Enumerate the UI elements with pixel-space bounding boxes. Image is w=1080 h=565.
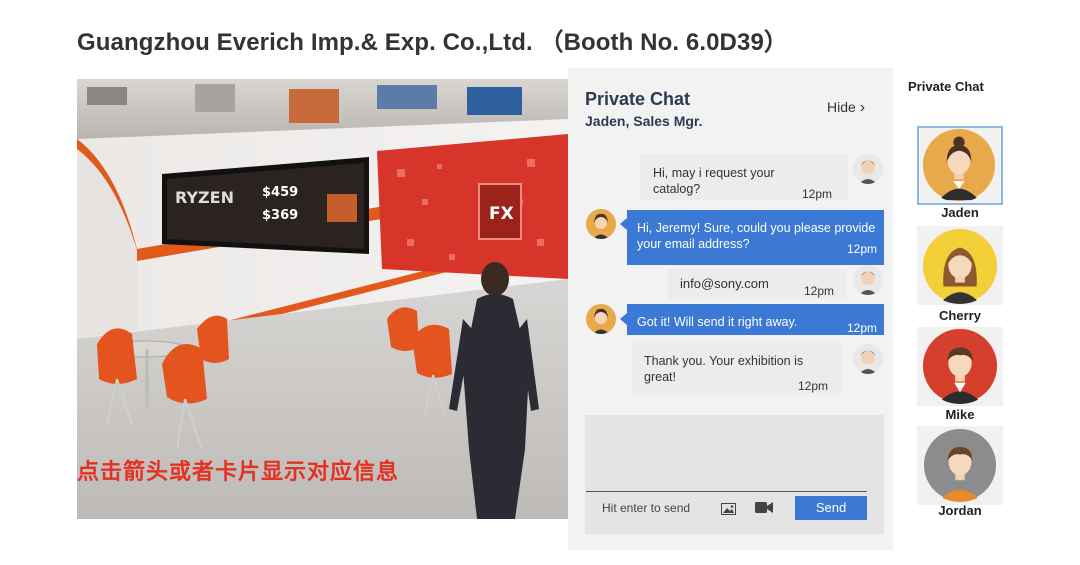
message-text: info@sony.com [680, 276, 769, 291]
chat-message: Got it! Will send it right away. 12pm [620, 304, 884, 335]
visitor-avatar [853, 154, 883, 184]
chat-message: Thank you. Your exhibition is great! 12p… [632, 343, 842, 393]
booth-scene[interactable]: RYZEN $459 $369 FX 点击箭头或者卡片显示对应信息 [77, 79, 568, 519]
compose-placeholder: Hit enter to send [602, 501, 691, 515]
svg-text:$369: $369 [262, 208, 298, 223]
contact-name: Mike [945, 407, 975, 422]
contact-avatar [921, 428, 999, 502]
contact-avatar [921, 328, 999, 404]
agent-avatar [586, 209, 616, 239]
chat-subtitle: Jaden, Sales Mgr. [585, 113, 703, 129]
booth-scene-illustration: RYZEN $459 $369 FX [77, 79, 568, 519]
instruction-overlay-text: 点击箭头或者卡片显示对应信息 [77, 460, 400, 485]
message-time: 12pm [847, 242, 878, 256]
message-text: Hi, may i request your catalog? [653, 166, 775, 196]
image-icon[interactable] [721, 502, 736, 515]
visitor-avatar [853, 265, 883, 295]
video-camera-icon[interactable] [755, 501, 773, 514]
chat-title: Private Chat [585, 89, 691, 109]
hide-chat-button[interactable]: Hide › [827, 99, 865, 117]
message-time: 12pm [798, 379, 829, 393]
message-time: 12pm [804, 284, 835, 298]
contact-name: Jaden [941, 205, 979, 220]
message-text: Got it! Will send it right away. [637, 315, 798, 329]
page-title: Guangzhou Everich Imp.& Exp. Co.,Ltd. （B… [77, 29, 788, 56]
visitor-avatar [853, 344, 883, 374]
bubble-pointer [620, 218, 627, 230]
contact-name: Cherry [939, 308, 981, 323]
hide-label: Hide [827, 99, 856, 115]
message-text: Thank you. Your exhibition is great! [644, 354, 804, 384]
svg-text:$459: $459 [262, 185, 298, 200]
svg-text:FX: FX [489, 204, 514, 224]
chevron-right-icon: › [859, 99, 866, 116]
chat-message: info@sony.com 12pm [668, 269, 846, 299]
chat-message: Hi, Jeremy! Sure, could you please provi… [620, 210, 884, 265]
agent-avatar [586, 304, 616, 334]
svg-text:RYZEN: RYZEN [175, 188, 234, 207]
private-chat-panel: Private Chat Jaden, Sales Mgr. Hide › Hi,… [568, 68, 893, 550]
contact-avatar [920, 128, 998, 202]
bubble-pointer [620, 313, 627, 325]
message-text: Hi, Jeremy! Sure, could you please provi… [637, 221, 876, 251]
compose-underline [586, 491, 867, 492]
contacts-title: Private Chat [908, 79, 984, 94]
send-button[interactable]: Send [795, 496, 867, 520]
message-time: 12pm [847, 321, 878, 335]
contact-avatar [921, 228, 999, 304]
message-time: 12pm [802, 187, 833, 201]
contact-name: Jordan [938, 503, 982, 518]
chat-message: Hi, may i request your catalog? 12pm [640, 154, 848, 201]
